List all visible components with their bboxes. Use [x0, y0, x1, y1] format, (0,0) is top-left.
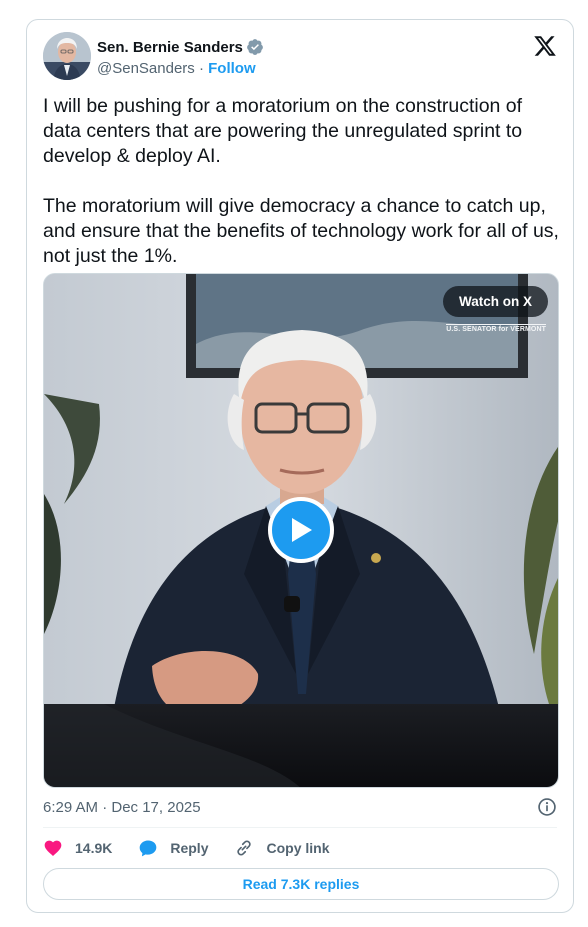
tweet-text: I will be pushing for a moratorium on th…: [43, 94, 563, 269]
display-name[interactable]: Sen. Bernie Sanders: [97, 39, 243, 56]
copy-link-button[interactable]: Copy link: [234, 838, 330, 858]
author-name-row: Sen. Bernie Sanders: [97, 38, 264, 56]
play-button[interactable]: [268, 497, 334, 563]
verified-badge-icon: [247, 39, 263, 55]
like-count: 14.9K: [75, 840, 113, 856]
watch-on-x-button[interactable]: Watch on X: [443, 286, 548, 317]
tweet-paragraph: The moratorium will give democracy a cha…: [43, 195, 559, 267]
senator-overlay-subtitle: U.S. SENATOR for VERMONT: [446, 324, 546, 333]
video-player[interactable]: U.S. SENATOR for VERMONT Watch on X: [43, 273, 559, 788]
tweet-paragraph: I will be pushing for a moratorium on th…: [43, 95, 523, 167]
info-icon[interactable]: [537, 797, 557, 817]
read-replies-button[interactable]: Read 7.3K replies: [43, 868, 559, 900]
avatar[interactable]: [43, 32, 91, 80]
separator: ·: [198, 60, 204, 77]
tweet-timestamp[interactable]: 6:29 AM · Dec 17, 2025: [43, 799, 201, 816]
engagement-bar: 14.9K Reply Copy link: [43, 838, 356, 858]
reply-label: Reply: [170, 840, 209, 856]
handle[interactable]: @SenSanders: [97, 60, 195, 77]
play-icon: [292, 518, 312, 542]
reply-button[interactable]: Reply: [138, 838, 208, 858]
x-logo-icon[interactable]: [533, 34, 557, 58]
follow-button[interactable]: Follow: [208, 60, 256, 77]
reply-bubble-icon: [140, 840, 157, 857]
link-icon: [237, 840, 252, 856]
copy-link-label: Copy link: [266, 840, 330, 856]
handle-row: @SenSanders · Follow: [97, 60, 256, 77]
tweet-card: Sen. Bernie Sanders @SenSanders · Follow…: [26, 19, 574, 913]
divider: [43, 827, 557, 828]
heart-icon: [44, 840, 62, 856]
like-button[interactable]: 14.9K: [43, 838, 112, 858]
